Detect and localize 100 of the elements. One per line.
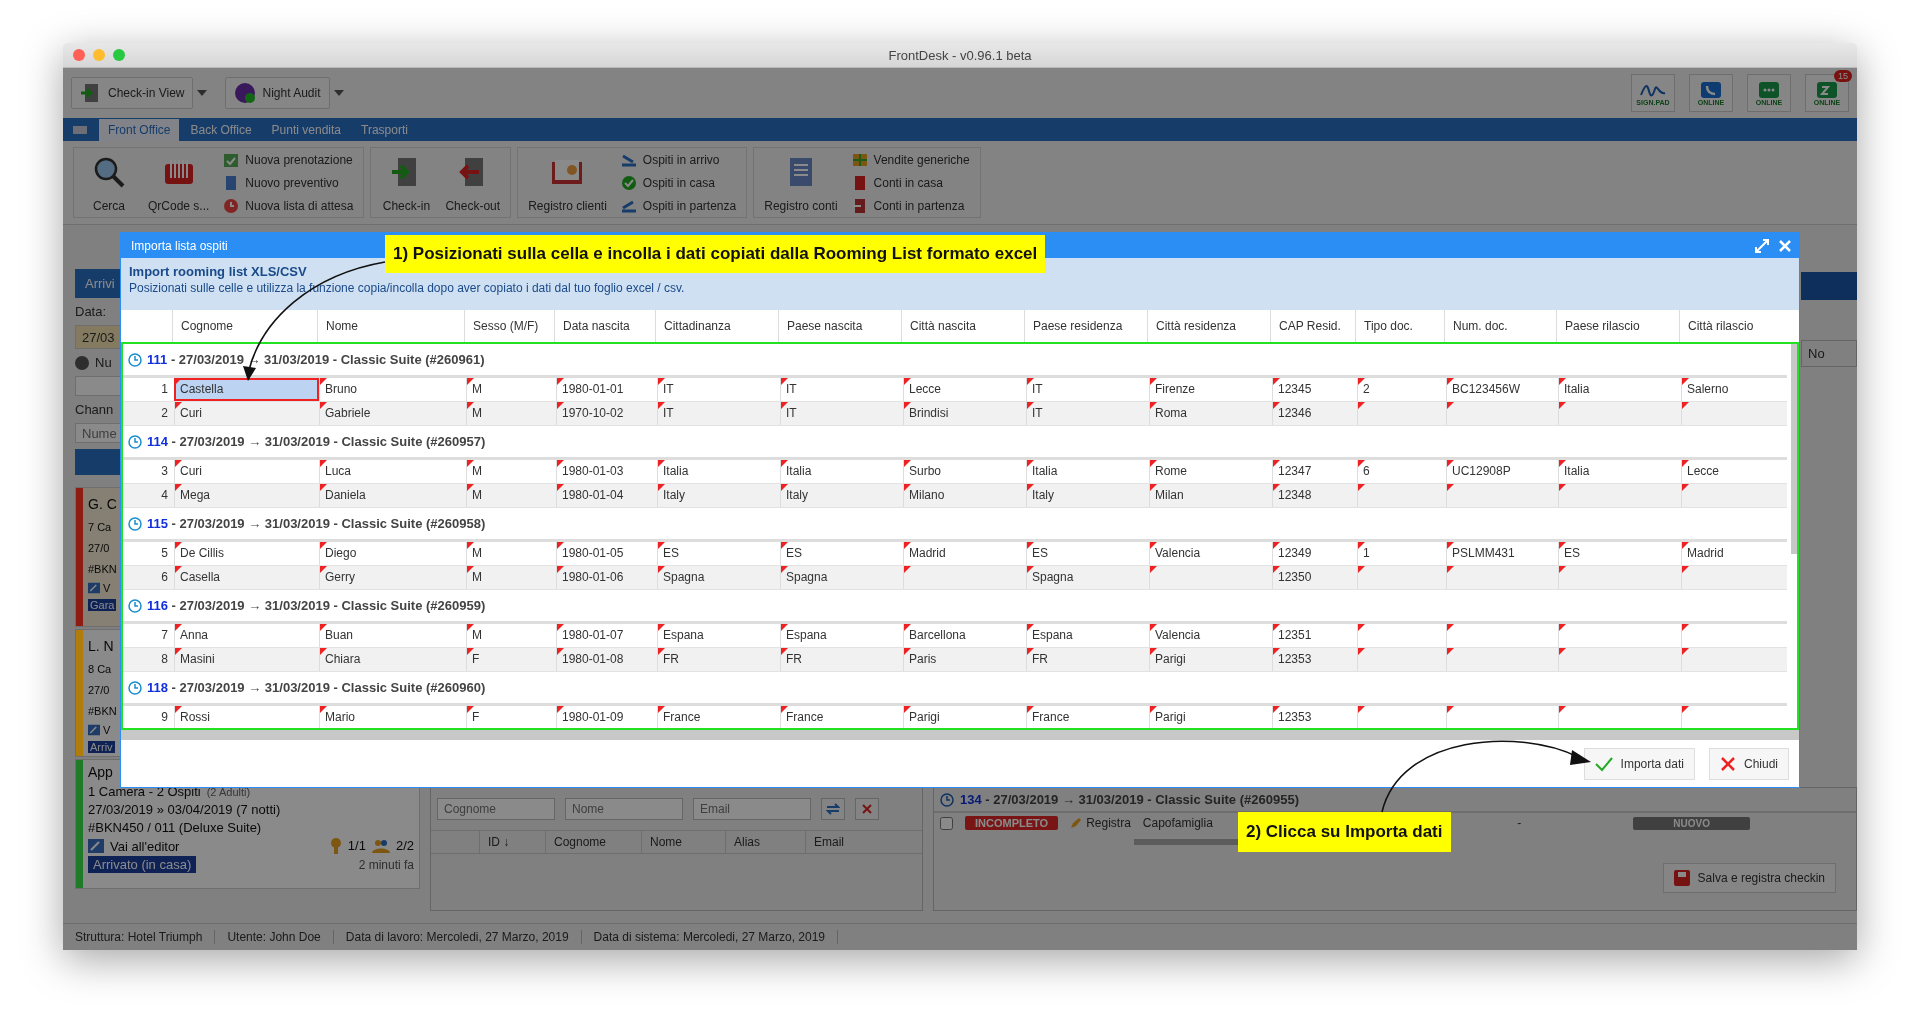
column-header[interactable]: CAP Resid. [1270, 310, 1355, 342]
toolbar-button[interactable]: Night Audit [225, 77, 330, 109]
scrollbar[interactable] [1791, 344, 1797, 554]
table-cell[interactable]: Surbo [903, 460, 1026, 483]
table-cell[interactable]: Italia [1558, 460, 1681, 483]
table-cell[interactable]: Madrid [903, 542, 1026, 565]
table-cell[interactable]: Gerry [319, 566, 466, 589]
ribbon-button[interactable]: Cerca [78, 148, 140, 217]
table-cell[interactable]: PSLMM431 [1446, 542, 1558, 565]
table-cell[interactable]: ES [657, 542, 780, 565]
table-cell[interactable]: Curi [174, 402, 319, 425]
column-header[interactable]: Cognome [172, 310, 317, 342]
table-cell[interactable]: M [466, 484, 556, 507]
table-cell[interactable]: Parigi [1149, 706, 1272, 728]
column-header[interactable]: Nome [641, 831, 725, 853]
column-header[interactable]: Nome [317, 310, 464, 342]
table-cell[interactable]: Spagna [780, 566, 903, 589]
save-button[interactable]: Salva e registra checkin [1662, 862, 1836, 893]
table-cell[interactable]: France [780, 706, 903, 728]
table-cell[interactable]: Mega [174, 484, 319, 507]
checkbox[interactable] [940, 816, 953, 830]
ribbon-button[interactable]: Registro conti [758, 148, 844, 217]
table-cell[interactable]: Espana [1026, 624, 1149, 647]
table-cell[interactable]: IT [1026, 402, 1149, 425]
column-header[interactable]: No [1801, 340, 1857, 367]
table-cell[interactable]: Valencia [1149, 542, 1272, 565]
table-cell[interactable]: Mario [319, 706, 466, 728]
table-cell[interactable]: Firenze [1149, 378, 1272, 401]
ribbon-link[interactable]: Ospiti in casa [620, 174, 737, 191]
table-cell[interactable]: Diego [319, 542, 466, 565]
table-cell[interactable]: Italia [1558, 378, 1681, 401]
table-cell[interactable]: Castella [174, 378, 319, 401]
column-header[interactable]: ID ↓ [479, 831, 545, 853]
table-cell[interactable]: Bruno [319, 378, 466, 401]
table-cell[interactable]: 1980-01-09 [556, 706, 657, 728]
table-cell[interactable]: Daniela [319, 484, 466, 507]
column-header[interactable]: Cognome [545, 831, 641, 853]
table-cell[interactable]: 1980-01-06 [556, 566, 657, 589]
table-cell[interactable]: 1980-01-04 [556, 484, 657, 507]
table-cell[interactable]: Roma [1149, 402, 1272, 425]
column-header[interactable]: Paese residenza [1024, 310, 1147, 342]
maximize-button[interactable] [113, 49, 125, 61]
table-cell[interactable]: IT [657, 402, 780, 425]
table-cell[interactable]: Italy [780, 484, 903, 507]
input-field[interactable]: Cognome [437, 798, 555, 820]
column-header[interactable]: Alias [725, 831, 805, 853]
table-cell[interactable]: Valencia [1149, 624, 1272, 647]
minimize-button[interactable] [93, 49, 105, 61]
toolbar-button[interactable]: Check-in View [71, 77, 194, 109]
table-cell[interactable]: Milano [903, 484, 1026, 507]
table-cell[interactable]: ES [1558, 542, 1681, 565]
table-cell[interactable]: IT [657, 378, 780, 401]
table-cell[interactable]: IT [780, 402, 903, 425]
table-cell[interactable]: 12348 [1272, 484, 1357, 507]
ribbon-link[interactable]: Nuova lista di attesa [223, 197, 354, 214]
clear-button[interactable] [855, 798, 879, 820]
column-header[interactable]: Città residenza [1147, 310, 1270, 342]
ribbon-link[interactable]: Vendite generiche [851, 151, 970, 168]
table-cell[interactable]: France [657, 706, 780, 728]
table-cell[interactable]: Rossi [174, 706, 319, 728]
table-cell[interactable]: FR [1026, 648, 1149, 671]
table-cell[interactable]: Paris [903, 648, 1026, 671]
table-cell[interactable]: Buan [319, 624, 466, 647]
table-cell[interactable]: 1970-10-02 [556, 402, 657, 425]
column-header[interactable]: Città rilascio [1679, 310, 1785, 342]
close-button[interactable]: Chiudi [1708, 747, 1789, 780]
table-cell[interactable]: Lecce [903, 378, 1026, 401]
table-cell[interactable]: Italy [657, 484, 780, 507]
column-header[interactable]: Cittadinanza [655, 310, 778, 342]
table-cell[interactable]: 12351 [1272, 624, 1357, 647]
table-cell[interactable]: 12353 [1272, 648, 1357, 671]
table-cell[interactable]: Espana [657, 624, 780, 647]
table-cell[interactable]: F [466, 706, 556, 728]
table-cell[interactable]: Milan [1149, 484, 1272, 507]
editor-link[interactable]: Vai all'editor [88, 838, 180, 854]
table-cell[interactable]: 12347 [1272, 460, 1357, 483]
table-cell[interactable]: IT [780, 378, 903, 401]
ribbon-link[interactable]: Nuovo preventivo [223, 174, 354, 191]
table-cell[interactable]: Italy [1026, 484, 1149, 507]
close-button[interactable] [73, 49, 85, 61]
table-cell[interactable]: ES [1026, 542, 1149, 565]
ribbon-link[interactable]: Nuova prenotazione [223, 151, 354, 168]
table-cell[interactable]: 12353 [1272, 706, 1357, 728]
editor-link[interactable]: V [88, 724, 111, 736]
table-cell[interactable]: ES [780, 542, 903, 565]
column-header[interactable]: Città nascita [901, 310, 1024, 342]
table-cell[interactable]: 1980-01-05 [556, 542, 657, 565]
table-cell[interactable]: Gabriele [319, 402, 466, 425]
table-cell[interactable]: De Cillis [174, 542, 319, 565]
table-cell[interactable]: Italia [657, 460, 780, 483]
table-cell[interactable]: Parigi [1149, 648, 1272, 671]
table-cell[interactable]: Spagna [1026, 566, 1149, 589]
table-cell[interactable]: 2 [1357, 378, 1446, 401]
table-cell[interactable]: 12350 [1272, 566, 1357, 589]
column-header[interactable]: Num. doc. [1444, 310, 1556, 342]
table-cell[interactable]: Casella [174, 566, 319, 589]
table-cell[interactable]: M [466, 460, 556, 483]
table-cell[interactable]: Lecce [1681, 460, 1787, 483]
table-cell[interactable]: Brindisi [903, 402, 1026, 425]
table-cell[interactable]: Curi [174, 460, 319, 483]
